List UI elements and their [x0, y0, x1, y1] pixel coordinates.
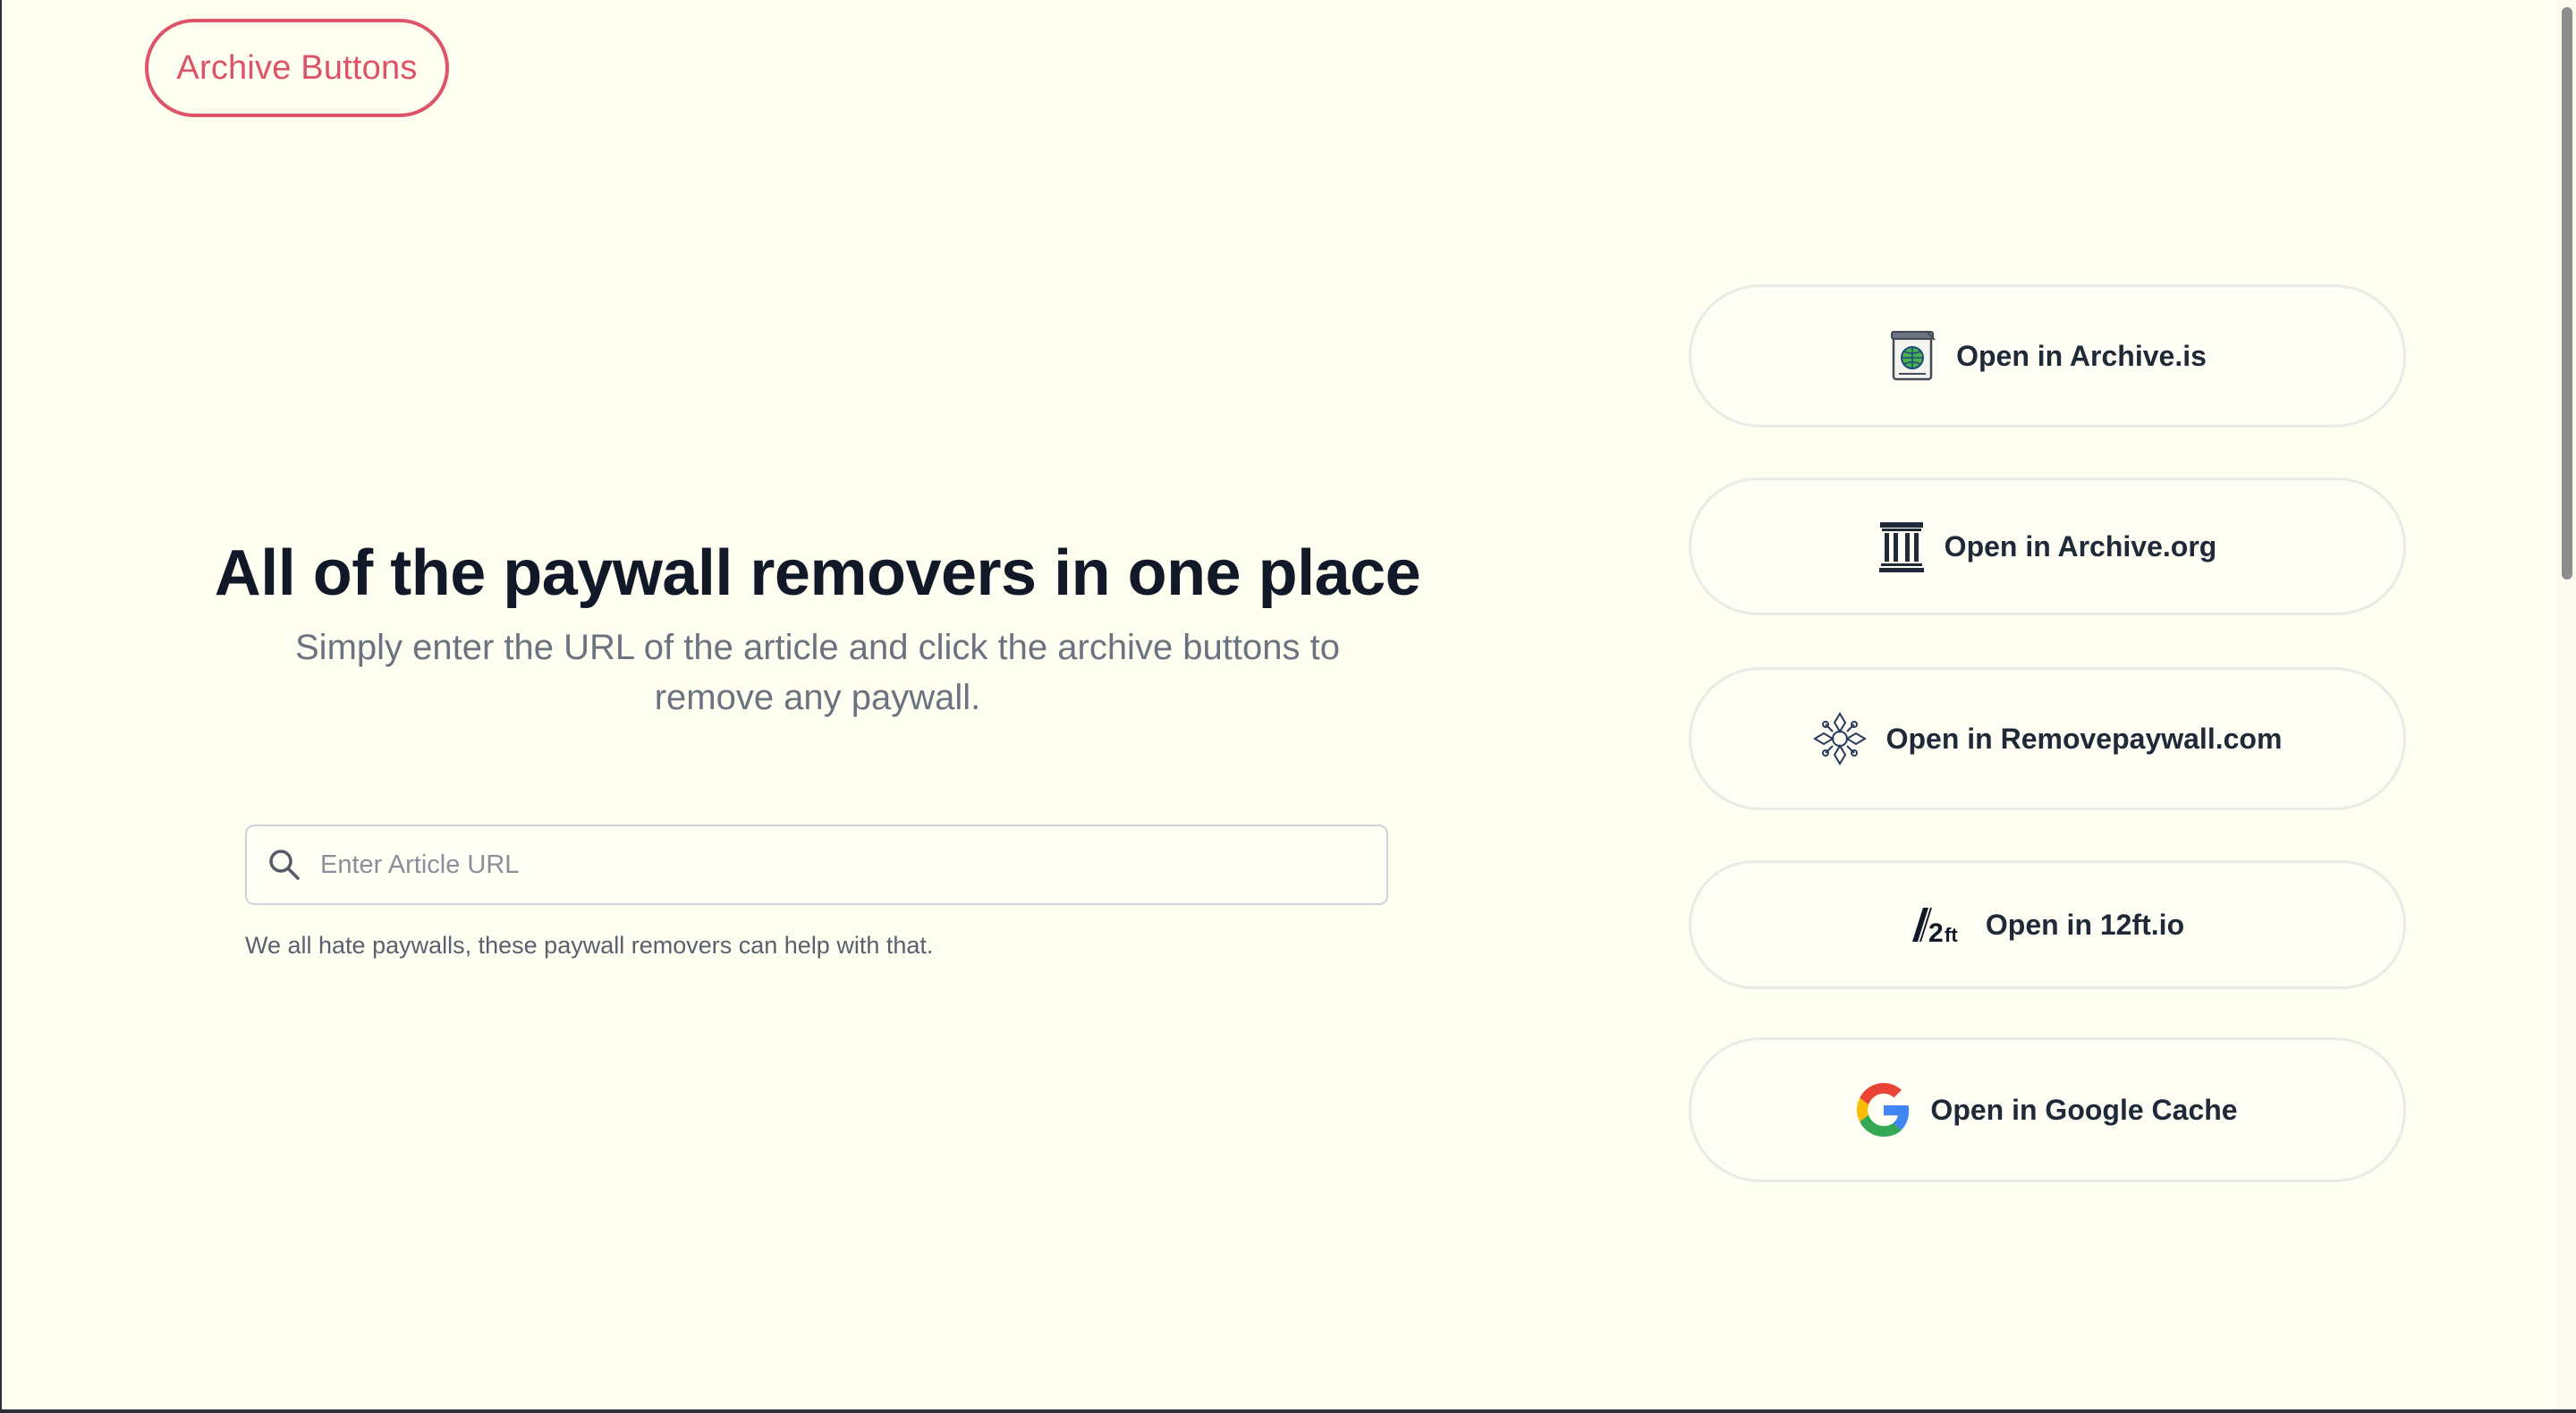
page-subtitle: Simply enter the URL of the article and … [295, 628, 1340, 717]
google-icon [1857, 1083, 1911, 1137]
archive-is-icon [1888, 329, 1936, 383]
twelve-ft-icon: 2 ft [1911, 904, 1966, 945]
archive-buttons-logo-button[interactable]: Archive Buttons [145, 19, 449, 117]
svg-text:ft: ft [1945, 924, 1958, 945]
search-helper-text: We all hate paywalls, these paywall remo… [245, 932, 934, 959]
open-12ft-button[interactable]: 2 ft Open in 12ft.io [1689, 860, 2406, 989]
hero-section: All of the paywall removers in one place… [161, 537, 1474, 723]
open-archive-org-label: Open in Archive.org [1944, 529, 2217, 563]
page-title: All of the paywall removers in one place [214, 537, 1421, 609]
svg-text:2: 2 [1928, 918, 1944, 945]
article-url-input[interactable] [318, 849, 1386, 881]
scrollbar[interactable] [2556, 0, 2576, 1409]
open-archive-is-button[interactable]: Open in Archive.is [1689, 284, 2406, 427]
archive-org-icon [1878, 520, 1925, 572]
open-google-cache-label: Open in Google Cache [1930, 1093, 2238, 1126]
scrollbar-thumb[interactable] [2562, 7, 2572, 580]
open-12ft-label: Open in 12ft.io [1985, 908, 2185, 941]
open-removepaywall-button[interactable]: Open in Removepaywall.com [1689, 667, 2406, 810]
search-icon [267, 847, 302, 883]
search-box[interactable] [245, 825, 1388, 905]
open-google-cache-button[interactable]: Open in Google Cache [1689, 1037, 2406, 1182]
open-archive-is-label: Open in Archive.is [1956, 339, 2207, 372]
logo-label: Archive Buttons [176, 48, 418, 87]
removepaywall-icon [1812, 712, 1867, 766]
open-removepaywall-label: Open in Removepaywall.com [1885, 722, 2283, 755]
open-archive-org-button[interactable]: Open in Archive.org [1689, 478, 2406, 615]
